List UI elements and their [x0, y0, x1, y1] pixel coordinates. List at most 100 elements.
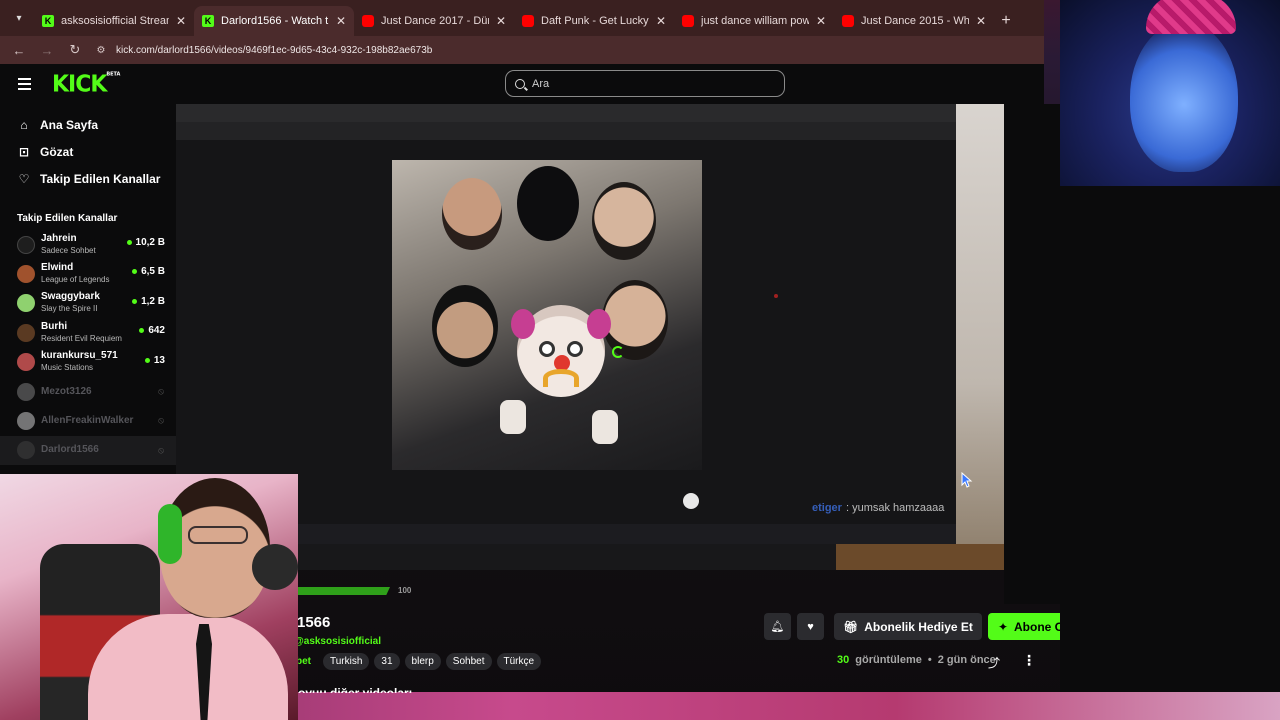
- tag[interactable]: Sohbet: [445, 653, 492, 670]
- address-bar[interactable]: ⚙ kick.com/darlord1566/videos/9469f1ec-9…: [94, 43, 433, 57]
- channel-item-burhi[interactable]: Burhi Resident Evil Requiem 642: [0, 318, 176, 347]
- tag[interactable]: 31: [374, 653, 400, 670]
- screen: ▾ K asksosisiofficial Stream - Watch ✕ K…: [0, 0, 1280, 720]
- kick-favicon-icon: K: [202, 15, 214, 27]
- viewer-count: 6,5 B: [132, 266, 165, 277]
- browser-tab[interactable]: Daft Punk - Get Lucky - Just Da ✕: [514, 6, 674, 36]
- tag-category[interactable]: bet: [296, 653, 318, 670]
- clown-emoji-icon: [511, 305, 611, 397]
- dot-separator: •: [927, 654, 932, 666]
- clown-mouth: [543, 369, 579, 387]
- sidebar-item-following[interactable]: ♡ Takip Edilen Kanallar: [0, 165, 176, 192]
- sidebar-item-label: Gözat: [40, 144, 74, 159]
- red-dot: [774, 294, 778, 298]
- back-arrow-icon[interactable]: ←: [10, 41, 28, 59]
- new-tab-icon[interactable]: +: [994, 6, 1018, 36]
- browser-tab-active[interactable]: K Darlord1566 - Watch the VOD o ✕: [194, 6, 354, 36]
- sidebar-item-home[interactable]: ⌂ Ana Sayfa: [0, 111, 176, 138]
- channel-item-swaggybark[interactable]: Swaggybark Slay the Spire II 1,2 B: [0, 289, 176, 318]
- sidebar-nav: ⌂ Ana Sayfa ⊡ Gözat ♡ Takip Edilen Kanal…: [0, 104, 176, 192]
- video-stats: 30 görüntüleme • 2 gün önce: [837, 654, 996, 666]
- browser-tab[interactable]: Just Dance 2017 - Düm Tek Tek ✕: [354, 6, 514, 36]
- viewer-count-text: 13: [153, 354, 165, 366]
- live-dot-icon: [132, 269, 138, 275]
- youtube-favicon-icon: [842, 15, 854, 27]
- author-name[interactable]: @asksosisiofficial: [294, 636, 381, 647]
- video-author-link[interactable]: @asksosisiofficial: [294, 636, 381, 647]
- reload-icon[interactable]: ↻: [66, 41, 84, 59]
- close-tab-icon[interactable]: ✕: [176, 14, 186, 28]
- more-options-icon[interactable]: ⋮: [1022, 652, 1036, 669]
- tab-title: Just Dance 2017 - Düm Tek Tek: [381, 15, 489, 27]
- clown-hair: [587, 309, 611, 339]
- channel-name: kurankursu_571: [41, 350, 118, 362]
- channel-item-jahrein[interactable]: Jahrein Sadece Sohbet 10,2 B: [0, 230, 176, 259]
- close-tab-icon[interactable]: ✕: [976, 14, 986, 28]
- glasses: [188, 526, 248, 544]
- channel-item-kurankursu[interactable]: kurankursu_571 Music Stations 13: [0, 348, 176, 377]
- youtube-favicon-icon: [522, 15, 534, 27]
- channel-item-darlord[interactable]: Darlord1566 ⦸: [0, 435, 176, 466]
- channel-category: Sadece Sohbet: [41, 245, 96, 255]
- sidebar-item-browse[interactable]: ⊡ Gözat: [0, 138, 176, 165]
- forward-arrow-icon[interactable]: →: [38, 41, 56, 59]
- chat-username: etiger: [812, 502, 842, 514]
- browser-toolbar: ← → ↻ ⚙ kick.com/darlord1566/videos/9469…: [0, 36, 1044, 64]
- thumbs-up-hand: [500, 400, 526, 434]
- kick-logo[interactable]: KICK BETA: [52, 71, 120, 97]
- channel-category: Resident Evil Requiem: [41, 333, 122, 343]
- captured-room-wall: [956, 104, 1004, 570]
- channel-item-mezot[interactable]: Mezot3126 ⦸: [0, 377, 176, 406]
- notification-bell-button[interactable]: 🔔︎: [764, 613, 791, 640]
- sidebar: ⌂ Ana Sayfa ⊡ Gözat ♡ Takip Edilen Kanal…: [0, 104, 176, 474]
- party-hat: [1146, 0, 1236, 34]
- tag[interactable]: Turkish: [323, 653, 370, 670]
- video-player[interactable]: etiger : yumsak hamzaaaa: [176, 104, 1004, 570]
- gift-icon: 🎁︎: [843, 619, 859, 634]
- kick-favicon-icon: K: [42, 15, 54, 27]
- close-tab-icon[interactable]: ✕: [816, 14, 826, 28]
- search-box[interactable]: [505, 70, 785, 97]
- person: [592, 182, 656, 260]
- tab-title: Darlord1566 - Watch the VOD o: [221, 15, 329, 27]
- browser-window: ▾ K asksosisiofficial Stream - Watch ✕ K…: [0, 0, 1044, 64]
- browser-tab[interactable]: just dance william power - YouT ✕: [674, 6, 834, 36]
- close-tab-icon[interactable]: ✕: [496, 14, 506, 28]
- tab-search-icon[interactable]: ▾: [8, 7, 30, 29]
- captured-browser-toolbar: [176, 122, 956, 140]
- group-photo: [392, 160, 702, 470]
- avatar: [17, 265, 35, 284]
- home-icon: ⌂: [20, 117, 28, 132]
- avatar: [17, 323, 35, 342]
- video-actions: 🔔︎ ♥ 🎁︎ Abonelik Hediye Et ✦ Abone Ol: [764, 613, 1078, 640]
- avatar: [17, 441, 35, 460]
- live-dot-icon: [132, 298, 138, 304]
- hamburger-menu-icon[interactable]: [18, 78, 44, 90]
- browser-tab[interactable]: Just Dance 2015 - What Does T ✕: [834, 6, 994, 36]
- tag[interactable]: Türkçe: [496, 653, 542, 670]
- share-icon[interactable]: ⤴: [988, 654, 1000, 671]
- tag[interactable]: blerp: [404, 653, 441, 670]
- video-progress-bar[interactable]: 100: [298, 586, 1006, 595]
- browser-tab[interactable]: K asksosisiofficial Stream - Watch ✕: [34, 6, 194, 36]
- channel-name: Burhi: [41, 320, 68, 332]
- channel-item-elwind[interactable]: Elwind League of Legends 6,5 B: [0, 259, 176, 288]
- avatar: [17, 382, 35, 401]
- url-text[interactable]: kick.com/darlord1566/videos/9469f1ec-9d6…: [116, 45, 432, 56]
- live-dot-icon: [126, 240, 132, 245]
- search-icon: [515, 78, 525, 89]
- channel-name: Elwind: [41, 262, 74, 274]
- gift-subscription-button[interactable]: 🎁︎ Abonelik Hediye Et: [834, 613, 982, 640]
- channel-name: AllenFreakinWalker: [41, 415, 134, 427]
- channel-item-allenfreakinwalker[interactable]: AllenFreakinWalker ⦸: [0, 406, 176, 435]
- close-tab-icon[interactable]: ✕: [656, 14, 666, 28]
- offline-icon: ⦸: [158, 385, 164, 396]
- search-input[interactable]: [532, 77, 732, 90]
- viewer-count: 10,2 B: [126, 237, 165, 248]
- site-info-icon[interactable]: ⚙: [94, 43, 108, 57]
- close-tab-icon[interactable]: ✕: [336, 14, 346, 28]
- youtube-favicon-icon: [682, 15, 694, 27]
- cursor-arrow: [961, 472, 973, 488]
- views-count: 30: [837, 654, 850, 666]
- follow-heart-button[interactable]: ♥: [797, 613, 824, 640]
